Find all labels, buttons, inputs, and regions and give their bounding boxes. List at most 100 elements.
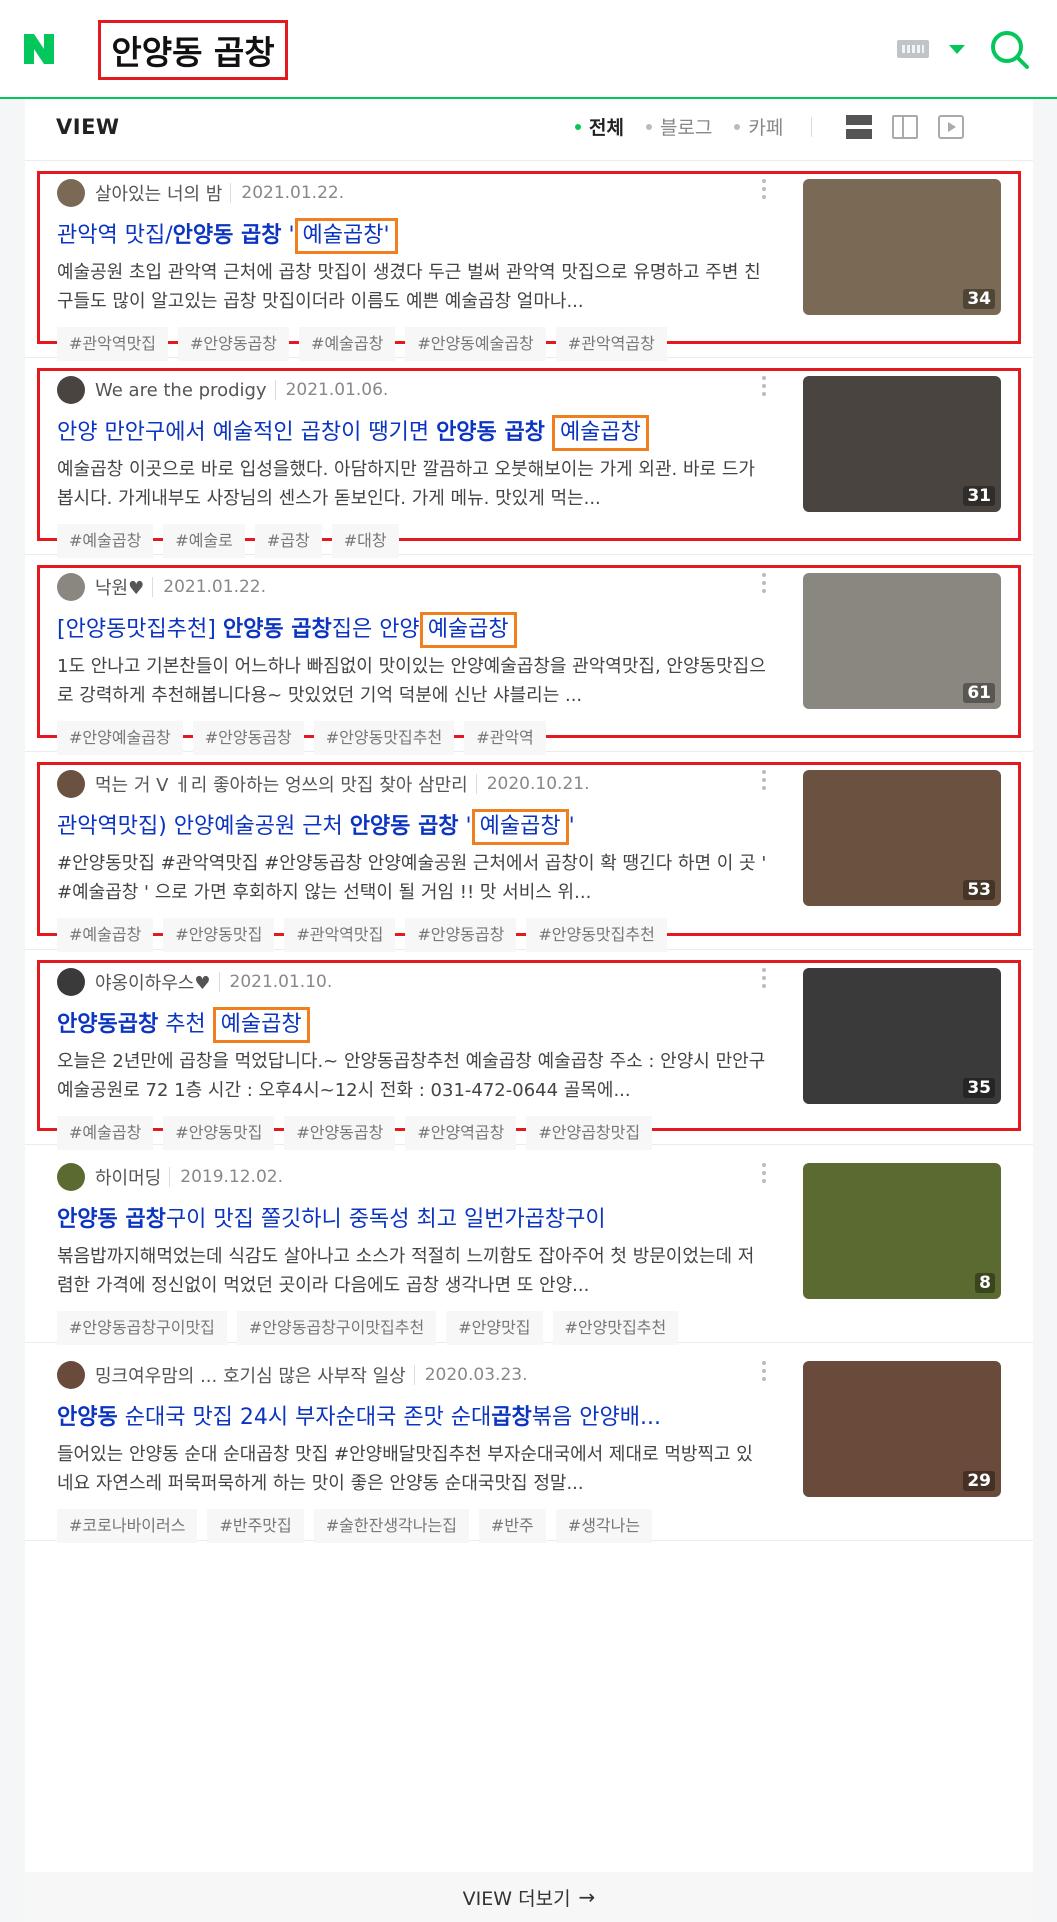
more-options-icon[interactable] xyxy=(761,1163,767,1187)
hashtag[interactable]: #예술곱창 xyxy=(57,524,154,558)
post-title-link[interactable]: [안양동맛집추천] 안양동 곱창집은 안양 예술곱창 xyxy=(57,611,797,648)
post-thumbnail[interactable]: 31 xyxy=(803,376,1001,512)
hashtag[interactable]: #안양동맛집추천 xyxy=(526,918,667,952)
title-text: 집은 안양 xyxy=(331,617,420,642)
title-highlight: 예술곱창 xyxy=(212,1007,310,1043)
view-panel: VIEW 전체 블로그 카페 살아있는 너의 밤 2021.01.22. 관악역… xyxy=(25,99,1033,1922)
result-item: 낙원♥ 2021.01.22. [안양동맛집추천] 안양동 곱창집은 안양 예술곱… xyxy=(25,555,1033,755)
hashtag[interactable]: #반주 xyxy=(478,1509,546,1543)
post-date: 2019.12.02. xyxy=(169,1167,283,1187)
author-name[interactable]: 살아있는 너의 밤 xyxy=(95,180,222,206)
tag-list: #예술곱창 #안양동맛집 #관악역맛집 #안양동곱창 #안양동맛집추천 xyxy=(57,918,677,952)
hashtag[interactable]: #반주맛집 xyxy=(207,1509,304,1543)
hashtag[interactable]: #예술로 xyxy=(163,524,245,558)
hashtag[interactable]: #안양동맛집추천 xyxy=(313,721,455,755)
hashtag[interactable]: #관악역맛집 xyxy=(57,327,169,361)
list-view-icon[interactable] xyxy=(846,114,873,139)
author-name[interactable]: 하이머딩 xyxy=(95,1164,161,1190)
hashtag[interactable]: #곱창 xyxy=(254,524,322,558)
title-text: 볶음 안양배... xyxy=(531,1405,661,1430)
author-name[interactable]: 낙원♥ xyxy=(95,574,144,600)
more-options-icon[interactable] xyxy=(761,573,767,597)
title-text xyxy=(545,420,552,445)
avatar[interactable] xyxy=(57,376,85,404)
hashtag[interactable]: #안양동곱창 xyxy=(405,918,517,952)
keyboard-icon[interactable] xyxy=(897,40,929,58)
author-name[interactable]: 야옹이하우스♥ xyxy=(95,969,211,995)
hashtag[interactable]: #술한잔생각나는집 xyxy=(313,1509,469,1543)
post-thumbnail[interactable]: 61 xyxy=(803,573,1001,709)
post-meta: We are the prodigy 2021.01.06. xyxy=(57,376,388,404)
hashtag[interactable]: #안양동예술곱창 xyxy=(405,327,546,361)
post-thumbnail[interactable]: 34 xyxy=(803,179,1001,315)
avatar[interactable] xyxy=(57,968,85,996)
post-title-link[interactable]: 안양동곱창 추천 예술곱창 xyxy=(57,1006,797,1043)
hashtag[interactable]: #관악역 xyxy=(464,721,546,755)
post-thumbnail[interactable]: 53 xyxy=(803,770,1001,906)
post-meta: 하이머딩 2019.12.02. xyxy=(57,1163,283,1191)
hashtag[interactable]: #코로나바이러스 xyxy=(57,1509,198,1543)
hashtag[interactable]: #예술곱창 xyxy=(57,918,154,952)
author-name[interactable]: 밍크여우맘의 ... 호기심 많은 사부작 일상 xyxy=(95,1362,406,1388)
hashtag[interactable]: #안양동곱창구이맛집추천 xyxy=(236,1311,437,1345)
title-text: [안양동맛집추천] xyxy=(57,617,223,642)
tag-list: #안양예술곱창 #안양동곱창 #안양동맛집추천 #관악역 xyxy=(57,721,556,755)
hashtag[interactable]: #대창 xyxy=(331,524,399,558)
more-options-icon[interactable] xyxy=(761,179,767,203)
hashtag[interactable]: #생각나는 xyxy=(555,1509,653,1543)
more-options-icon[interactable] xyxy=(761,1361,767,1385)
post-title-link[interactable]: 안양동 곱창구이 맛집 쫄깃하니 중독성 최고 일번가곱창구이 xyxy=(57,1201,797,1233)
search-icon[interactable] xyxy=(988,28,1030,70)
author-name[interactable]: 먹는 거 V ㅔ리 좋아하는 엉쓰의 맛집 찾아 삼만리 xyxy=(95,771,468,797)
title-keyword: 안양동곱창 xyxy=(57,1012,159,1037)
more-options-icon[interactable] xyxy=(761,770,767,794)
title-text: 순대국 맛집 24시 부자순대국 존맛 순대 xyxy=(117,1405,492,1430)
more-options-icon[interactable] xyxy=(761,968,767,992)
avatar[interactable] xyxy=(57,770,85,798)
post-meta: 밍크여우맘의 ... 호기심 많은 사부작 일상 2020.03.23. xyxy=(57,1361,527,1389)
grid-view-icon[interactable] xyxy=(892,114,919,139)
result-item: 살아있는 너의 밤 2021.01.22. 관악역 맛집/안양동 곱창 ' 예술곱… xyxy=(25,161,1033,361)
title-keyword: 안양동 곱창 xyxy=(172,223,282,248)
more-options-icon[interactable] xyxy=(761,376,767,400)
avatar[interactable] xyxy=(57,573,85,601)
post-title-link[interactable]: 관악역맛집) 안양예술공원 근처 안양동 곱창 ' 예술곱창 ' xyxy=(57,808,797,845)
hashtag[interactable]: #안양동곱창구이맛집 xyxy=(57,1311,227,1345)
image-count: 29 xyxy=(963,1471,995,1491)
title-highlight: 예술곱창 xyxy=(471,809,569,845)
view-more-button[interactable]: VIEW 더보기 → xyxy=(25,1872,1033,1922)
title-text: 안양 만안구에서 예술적인 곱창이 땡기면 xyxy=(57,420,437,445)
result-item: 밍크여우맘의 ... 호기심 많은 사부작 일상 2020.03.23. 안양동… xyxy=(25,1343,1033,1543)
post-thumbnail[interactable]: 35 xyxy=(803,968,1001,1104)
view-more-label: VIEW 더보기 xyxy=(462,1887,571,1910)
hashtag[interactable]: #예술곱창 xyxy=(299,327,396,361)
search-input[interactable]: 안양동 곱창 xyxy=(98,20,288,80)
post-title-link[interactable]: 안양 만안구에서 예술적인 곱창이 땡기면 안양동 곱창 예술곱창 xyxy=(57,414,797,451)
post-thumbnail[interactable]: 29 xyxy=(803,1361,1001,1497)
naver-logo-icon[interactable] xyxy=(22,32,56,66)
tag-list: #관악역맛집 #안양동곱창 #예술곱창 #안양동예술곱창 #관악역곱창 xyxy=(57,327,677,361)
chevron-down-icon[interactable] xyxy=(949,45,965,54)
author-name[interactable]: We are the prodigy xyxy=(95,380,267,401)
title-highlight: 예술곱창 xyxy=(551,415,649,451)
post-title-link[interactable]: 관악역 맛집/안양동 곱창 ' 예술곱창' xyxy=(57,217,797,254)
hashtag[interactable]: #안양동곱창 xyxy=(178,327,290,361)
avatar[interactable] xyxy=(57,179,85,207)
hashtag[interactable]: #안양예술곱창 xyxy=(57,721,183,755)
video-view-icon[interactable] xyxy=(938,114,965,139)
post-thumbnail[interactable]: 8 xyxy=(803,1163,1001,1299)
hashtag[interactable]: #관악역맛집 xyxy=(284,918,396,952)
post-title-link[interactable]: 안양동 순대국 맛집 24시 부자순대국 존맛 순대곱창볶음 안양배... xyxy=(57,1399,797,1431)
filter-cafe[interactable]: 카페 xyxy=(734,113,783,140)
filter-blog[interactable]: 블로그 xyxy=(645,113,712,140)
image-count: 8 xyxy=(975,1273,995,1293)
hashtag[interactable]: #관악역곱창 xyxy=(555,327,667,361)
avatar[interactable] xyxy=(57,1361,85,1389)
hashtag[interactable]: #안양맛집추천 xyxy=(552,1311,679,1345)
hashtag[interactable]: #안양동곱창 xyxy=(192,721,304,755)
hashtag[interactable]: #안양동맛집 xyxy=(163,918,275,952)
filter-all[interactable]: 전체 xyxy=(575,113,624,140)
title-highlight: 예술곱창 xyxy=(419,612,517,648)
avatar[interactable] xyxy=(57,1163,85,1191)
hashtag[interactable]: #안양맛집 xyxy=(446,1311,543,1345)
